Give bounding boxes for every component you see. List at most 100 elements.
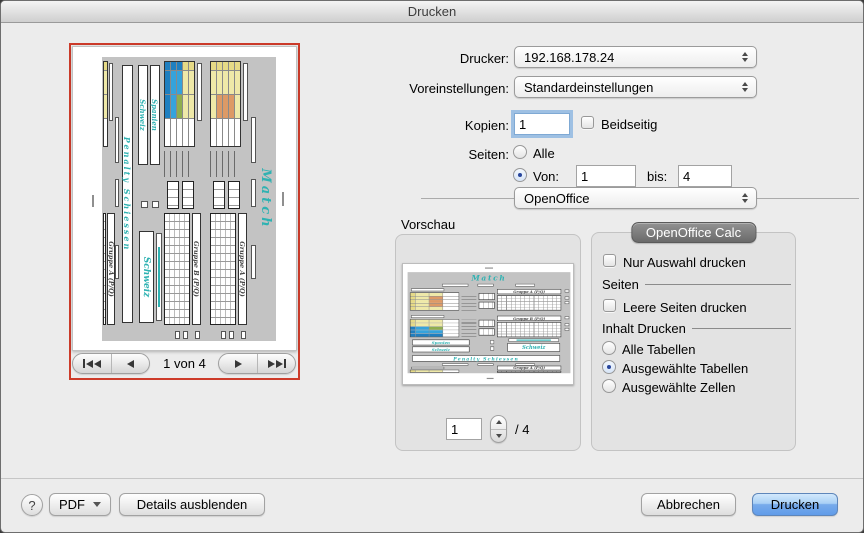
cancel-button[interactable]: Abbrechen bbox=[641, 493, 736, 516]
sheet-final-label bbox=[156, 233, 162, 321]
all-tables-label: Alle Tabellen bbox=[622, 342, 695, 357]
sheet-connector-box bbox=[490, 347, 494, 351]
empty-pages-checkbox[interactable] bbox=[603, 299, 616, 312]
selected-cells-radio[interactable] bbox=[602, 379, 616, 393]
sheet-bracket-box bbox=[175, 331, 180, 339]
sheet-bracket-box bbox=[565, 328, 570, 331]
last-page-icon bbox=[276, 360, 283, 368]
scaled-sheet-mount: Match Gruppe A (P/Q) bbox=[403, 264, 574, 385]
sheet-groupB-header: Gruppe B (P/Q) bbox=[497, 316, 561, 321]
sheet-country-names bbox=[164, 151, 194, 177]
sheet-bracket-box bbox=[221, 331, 226, 339]
preview-pager: 1 von 4 bbox=[71, 353, 298, 375]
pages-all-label: Alle bbox=[533, 146, 555, 161]
sheet-final-label bbox=[508, 338, 558, 341]
sheet-score-grid bbox=[228, 181, 240, 209]
print-button[interactable]: Drucken bbox=[752, 493, 838, 516]
sheet-score-grid bbox=[167, 181, 179, 209]
sheet-score-grid bbox=[479, 328, 495, 335]
sheet-score-grid bbox=[479, 293, 495, 300]
sheet-groupA-table bbox=[210, 61, 241, 147]
help-icon: ? bbox=[28, 498, 35, 513]
selected-tables-radio[interactable] bbox=[602, 360, 616, 374]
print-label: Drucken bbox=[771, 497, 819, 512]
cancel-label: Abbrechen bbox=[657, 497, 720, 512]
sheet-info-box bbox=[442, 284, 468, 287]
sheet-info-box bbox=[251, 179, 256, 207]
spreadsheet-page-preview: Match Gruppe A (P/Q) bbox=[80, 49, 290, 349]
sheet-score-grid bbox=[182, 181, 194, 209]
sheet-groupA-header: Gruppe A (P/Q) bbox=[238, 213, 247, 325]
pages-from-input[interactable] bbox=[576, 165, 636, 187]
last-page-button[interactable] bbox=[257, 354, 295, 373]
presets-select[interactable]: Standardeinstellungen bbox=[514, 76, 757, 98]
hide-details-button[interactable]: Details ausblenden bbox=[119, 493, 265, 516]
copies-input[interactable] bbox=[514, 113, 570, 135]
pages-from-label: Von: bbox=[533, 169, 559, 184]
rotated-sheet-mount: Match Gruppe A (P/Q) bbox=[80, 49, 290, 349]
app-options-value: OpenOffice bbox=[524, 191, 590, 206]
large-page-preview: Match Gruppe A (P/Q) bbox=[72, 46, 297, 351]
sheet-groupA-standing bbox=[497, 295, 561, 310]
sheet-result-spanien: Spanien bbox=[150, 65, 160, 165]
sheet-bracket-box bbox=[195, 331, 200, 339]
preview-page-total: / 4 bbox=[515, 422, 529, 437]
sheet-bracket-box bbox=[229, 331, 234, 339]
selected-cells-label: Ausgewählte Zellen bbox=[622, 380, 735, 395]
sheet-groupB-table bbox=[164, 61, 195, 147]
sheet-score-grid bbox=[479, 302, 495, 309]
pdf-menu-button[interactable]: PDF bbox=[49, 493, 111, 516]
sheet-info-box bbox=[115, 117, 119, 163]
sheet-groupB-subhead bbox=[411, 315, 444, 318]
spreadsheet-page-preview: Match Gruppe A (P/Q) bbox=[403, 264, 574, 385]
preview-page-input[interactable] bbox=[446, 418, 482, 440]
page-header-mark bbox=[485, 267, 493, 268]
pages-from-radio[interactable] bbox=[513, 168, 527, 182]
all-tables-radio[interactable] bbox=[602, 341, 616, 355]
pages-all-radio[interactable] bbox=[513, 145, 527, 159]
sheet-groupA-header: Gruppe A (P/Q) bbox=[497, 289, 561, 294]
dialog-title: Drucken bbox=[408, 4, 456, 19]
sheet-info-box bbox=[115, 245, 119, 279]
copies-label: Kopien: bbox=[331, 118, 509, 133]
print-dialog: Drucken Match Gruppe A (P/Q) bbox=[0, 0, 864, 533]
popup-arrows-icon bbox=[740, 188, 750, 208]
pages-label: Seiten: bbox=[331, 147, 509, 162]
sheet-bracket-box bbox=[565, 323, 570, 326]
sheet-country-names bbox=[461, 293, 476, 310]
next-page-icon bbox=[235, 360, 242, 368]
sheet-info-box bbox=[442, 363, 468, 365]
page-step-down-button[interactable] bbox=[491, 429, 506, 443]
sheet-info-box bbox=[115, 179, 119, 207]
sheet-groupA2-row bbox=[410, 370, 459, 373]
only-selection-checkbox[interactable] bbox=[603, 254, 616, 267]
page-step-up-button[interactable] bbox=[491, 416, 506, 429]
sheet-groupA-subhead bbox=[411, 288, 444, 291]
sheet-connector-box bbox=[141, 201, 148, 208]
only-selection-label: Nur Auswahl drucken bbox=[623, 255, 746, 270]
pager-forward-group bbox=[218, 353, 296, 374]
sheet-groupA2-standing bbox=[103, 213, 106, 325]
sheet-info-box bbox=[515, 284, 534, 287]
sheet-print-area: Match Gruppe A (P/Q) bbox=[102, 57, 276, 341]
sheet-title-match: Match bbox=[258, 57, 273, 341]
pages-to-input[interactable] bbox=[678, 165, 732, 187]
sheet-groupA2-subhead bbox=[109, 63, 113, 121]
presets-label: Voreinstellungen: bbox=[331, 81, 509, 96]
sheet-penalty-banner: Penalty Schiessen bbox=[412, 355, 560, 361]
printer-value: 192.168.178.24 bbox=[524, 50, 614, 65]
next-page-button[interactable] bbox=[219, 354, 257, 373]
app-options-select[interactable]: OpenOffice bbox=[514, 187, 757, 209]
pdf-menu-arrow-icon bbox=[93, 502, 101, 507]
pages-to-label: bis: bbox=[647, 169, 667, 184]
sheet-result-schweiz: Schweiz bbox=[138, 65, 148, 165]
sheet-groupB-header: Gruppe B (P/Q) bbox=[192, 213, 201, 325]
printer-select[interactable]: 192.168.178.24 bbox=[514, 46, 757, 68]
sheet-winner-schweiz: Schweiz bbox=[507, 343, 560, 352]
help-button[interactable]: ? bbox=[21, 494, 43, 516]
duplex-checkbox[interactable] bbox=[581, 116, 594, 129]
sheet-bracket-box bbox=[565, 297, 570, 300]
calc-panel-title: OpenOffice Calc bbox=[631, 222, 756, 243]
sheet-print-area: Match Gruppe A (P/Q) bbox=[408, 272, 571, 373]
page-footer-mark bbox=[487, 378, 494, 379]
